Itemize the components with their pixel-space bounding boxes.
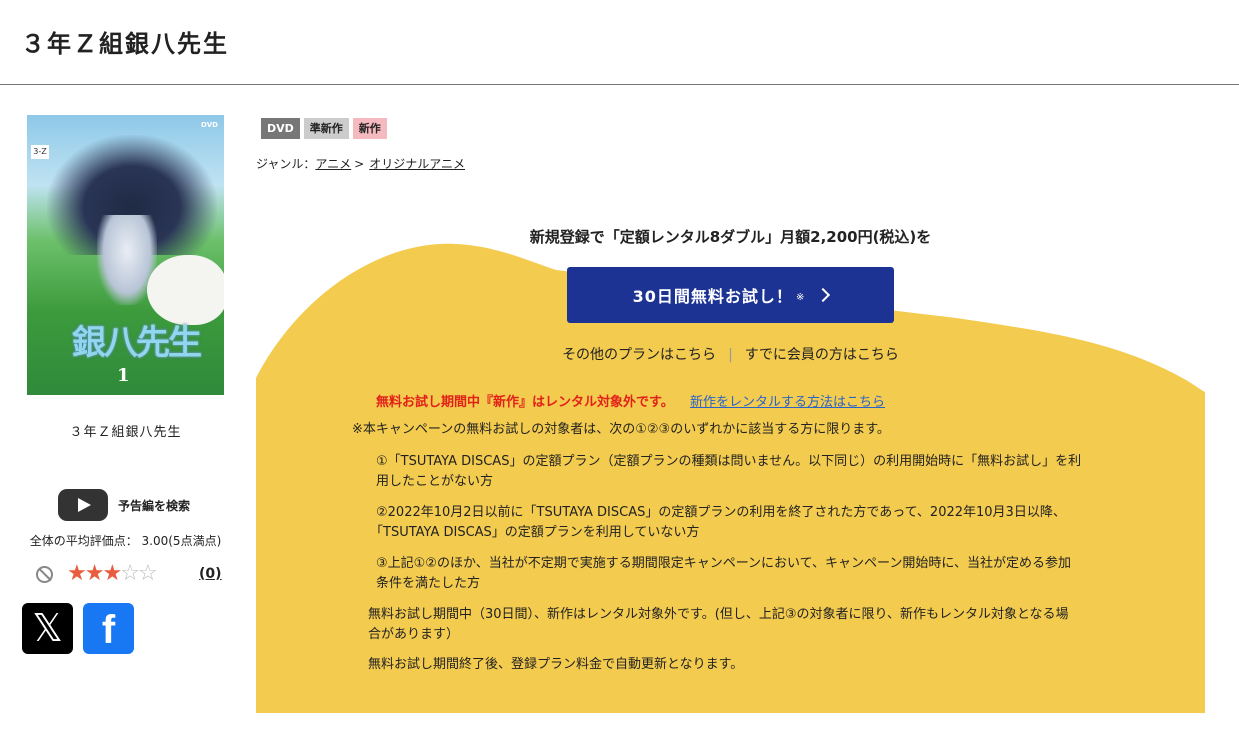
youtube-play-icon: [58, 489, 108, 521]
star-rating[interactable]: ★★★☆☆: [67, 561, 158, 586]
badge-semi-new: 準新作: [303, 118, 349, 139]
cover-caption: ３年Ｚ組銀八先生: [69, 425, 182, 440]
trailer-search-button[interactable]: 予告編を検索: [58, 489, 190, 521]
new-release-notice: 無料お試し期間中『新作』はレンタル対象外です。: [376, 395, 674, 410]
badge-dvd: DVD: [261, 118, 300, 139]
badge-new: 新作: [352, 118, 387, 139]
average-rating: 全体の平均評価点： 3.00(5点満点): [29, 534, 222, 548]
terms-intro: ※本キャンペーンの無料お試しの対象者は、次の①②③のいずれかに該当する方に限りま…: [352, 422, 890, 437]
x-logo-icon: 𝕏: [32, 606, 63, 650]
facebook-icon: f: [101, 608, 116, 652]
cover-volume-number: 1: [117, 365, 130, 386]
x-share-button[interactable]: 𝕏: [22, 603, 73, 654]
rating-row: ★★★☆☆ (0): [34, 562, 224, 586]
other-plans-link[interactable]: その他のプランはこちら: [562, 347, 716, 363]
cover-tag: 3-Z: [31, 145, 49, 159]
free-trial-button[interactable]: 30日間無料お試し！ ※: [567, 267, 894, 323]
cover-format-mark: DVD: [200, 121, 218, 129]
new-release-rental-link[interactable]: 新作をレンタルする方法はこちら: [690, 391, 885, 410]
star-empty-icon: ☆: [120, 561, 140, 586]
star-filled-icon: ★: [102, 561, 122, 586]
star-filled-icon: ★: [84, 561, 105, 586]
dvd-cover-image[interactable]: 3-Z DVD 銀八先生 1: [27, 115, 224, 395]
page-title: ３年Ｚ組銀八先生: [21, 30, 229, 58]
condition-3-line-1: ③上記①②のほか、当社が不定期で実施する期間限定キャンペーンにおいて、キャンペー…: [376, 556, 1071, 571]
chevron-right-icon: [816, 287, 831, 303]
format-badges: DVD 準新作 新作: [261, 118, 387, 139]
plan-links: その他のプランはこちら | すでに会員の方はこちら: [256, 344, 1205, 364]
genre-link-anime[interactable]: アニメ: [315, 157, 351, 171]
star-filled-icon: ★: [67, 561, 87, 586]
genre-link-original-anime[interactable]: オリジナルアニメ: [369, 157, 465, 171]
trial-note-line-2: 合があります）: [368, 627, 460, 642]
condition-1-line-1: ①「TSUTAYA DISCAS」の定額プラン（定額プランの種類は問いません。以…: [376, 454, 1082, 469]
trailer-search-label: 予告編を検索: [118, 498, 191, 513]
no-rating-icon[interactable]: [36, 566, 53, 583]
plan-links-divider: |: [728, 347, 733, 363]
free-trial-note-mark: ※: [795, 291, 805, 303]
renewal-note: 無料お試し期間終了後、登録プラン料金で自動更新となります。: [368, 657, 744, 672]
condition-3-line-2: 条件を満たした方: [376, 576, 481, 591]
member-login-link[interactable]: すでに会員の方はこちら: [745, 347, 899, 363]
condition-2-line-2: 「TSUTAYA DISCAS」の定額プランを利用していない方: [370, 525, 700, 540]
condition-1-line-2: 用したことがない方: [376, 474, 494, 489]
trial-note-line-1: 無料お試し期間中（30日間）、新作はレンタル対象外です。(但し、上記③の対象者に…: [368, 607, 1069, 622]
star-empty-icon: ☆: [137, 561, 158, 586]
promo-headline: 新規登録で「定額レンタル8ダブル」月額2,200円(税込)を: [529, 228, 932, 246]
cover-logo: 銀八先生: [72, 323, 202, 363]
genre-label: ジャンル：: [256, 157, 316, 171]
facebook-share-button[interactable]: f: [83, 603, 134, 654]
review-count-link[interactable]: (0): [199, 566, 222, 582]
genre-breadcrumb: ジャンル：アニメ > オリジナルアニメ: [256, 155, 465, 172]
condition-2-line-1: ②2022年10月2日以前に「TSUTAYA DISCAS」の定額プランの利用を…: [376, 505, 1066, 520]
genre-separator: >: [354, 157, 365, 171]
free-trial-label: 30日間無料お試し！: [632, 287, 793, 306]
title-divider: [0, 84, 1239, 85]
